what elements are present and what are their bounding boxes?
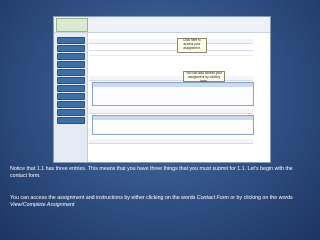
sidebar-button[interactable] [57, 109, 85, 116]
assignment-box-header [93, 83, 253, 87]
section-header [89, 139, 253, 144]
lms-screenshot: Click here to access your assignment. Yo… [53, 16, 271, 163]
section-header [89, 76, 253, 81]
school-logo [56, 18, 88, 32]
contact-form-term: Contact Form [196, 195, 229, 201]
sidebar-button[interactable] [57, 53, 85, 60]
view-complete-term: View/Complete Assignment [10, 202, 75, 208]
sidebar-button[interactable] [57, 77, 85, 84]
sidebar-button[interactable] [57, 93, 85, 100]
course-content [89, 35, 268, 161]
assignment-box-header [93, 116, 253, 120]
sidebar-button[interactable] [57, 61, 85, 68]
section-header [89, 109, 253, 114]
callout-assignment-link: Click here to access your assignment. [177, 38, 207, 53]
caption-paragraph-1: Notice that 1.1 has three entries. This … [10, 166, 293, 179]
section-row [89, 51, 253, 56]
sidebar-button[interactable] [57, 85, 85, 92]
lms-header [54, 17, 270, 33]
sidebar-button[interactable] [57, 117, 85, 124]
sidebar-button[interactable] [57, 101, 85, 108]
assignment-box [92, 115, 254, 135]
sidebar [54, 33, 88, 162]
sidebar-button[interactable] [57, 37, 85, 44]
sidebar-button[interactable] [57, 45, 85, 52]
assignment-box [92, 82, 254, 106]
caption-paragraph-2: You can access the assignment and instru… [10, 195, 293, 208]
sidebar-button[interactable] [57, 69, 85, 76]
section-header [89, 39, 253, 44]
callout-view-complete: You can also access your assignment by c… [183, 71, 225, 82]
